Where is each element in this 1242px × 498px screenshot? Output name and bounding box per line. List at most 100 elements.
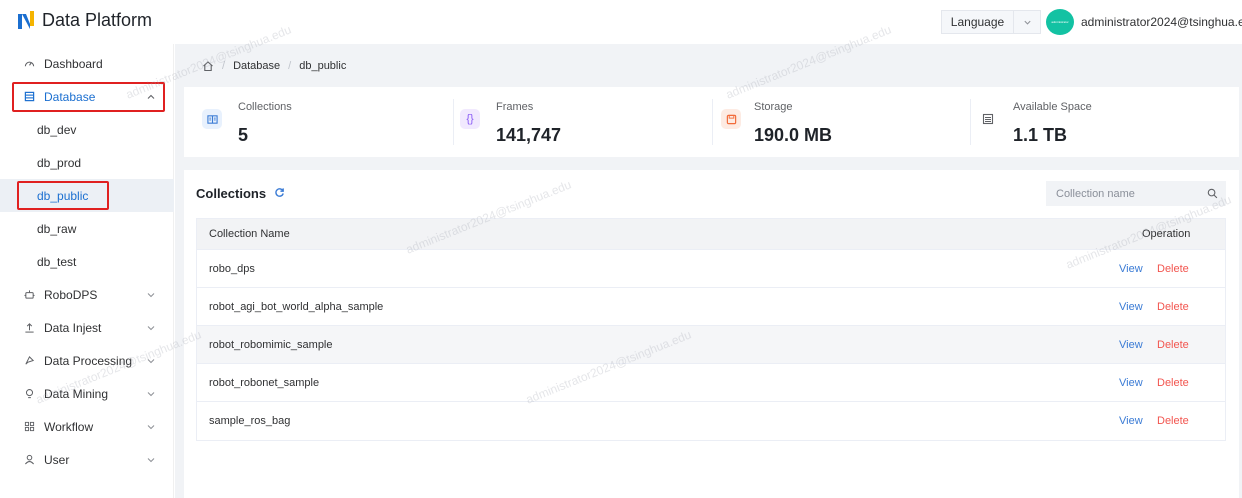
delete-button[interactable]: Delete: [1157, 263, 1189, 275]
sidebar-item-label: Data Processing: [44, 353, 133, 368]
sidebar-item-label: User: [44, 452, 70, 467]
chevron-down-icon: [147, 391, 155, 396]
sidebar-item-label: RoboDPS: [44, 287, 98, 302]
drive-icon: [978, 109, 998, 129]
sidebar-item-label: db_prod: [37, 155, 82, 170]
breadcrumb: / Database / db_public: [202, 60, 346, 72]
chevron-down-icon: [147, 325, 155, 330]
chevron-down-icon: [1014, 11, 1040, 33]
column-header-operation: Operation: [1142, 228, 1191, 240]
database-icon: [23, 91, 35, 103]
robot-icon: [23, 289, 35, 301]
stat-caption: Available Space: [1013, 101, 1092, 113]
stat-divider: [453, 99, 454, 145]
table-row: sample_ros_bag View Delete: [197, 402, 1225, 440]
collection-search[interactable]: [1046, 181, 1226, 206]
stat-caption: Frames: [496, 101, 534, 113]
chevron-down-icon: [147, 358, 155, 363]
delete-button[interactable]: Delete: [1157, 377, 1189, 389]
breadcrumb-separator: /: [288, 60, 292, 72]
stat-value: 5: [238, 125, 249, 145]
sidebar-item-label: Workflow: [44, 419, 94, 434]
sidebar-item-label: db_public: [37, 188, 89, 203]
sidebar-item-database[interactable]: Database: [0, 80, 174, 113]
bulb-icon: [23, 388, 35, 400]
save-icon: [721, 109, 741, 129]
home-icon[interactable]: [202, 60, 214, 72]
upload-icon: [23, 322, 35, 334]
sidebar-item-label: Data Mining: [44, 386, 109, 401]
stat-divider: [970, 99, 971, 145]
sidebar-item-workflow[interactable]: Workflow: [0, 410, 174, 443]
brand[interactable]: Data Platform: [18, 10, 152, 31]
stat-caption: Storage: [754, 101, 793, 113]
sidebar-item-label: Dashboard: [44, 56, 103, 71]
search-icon[interactable]: [1207, 188, 1218, 199]
stat-divider: [712, 99, 713, 145]
sidebar-item-db-prod[interactable]: db_prod: [0, 146, 174, 179]
user-icon: [23, 454, 35, 466]
sidebar-item-data-mining[interactable]: Data Mining: [0, 377, 174, 410]
column-header-collection-name: Collection Name: [209, 228, 290, 240]
stats-card: Collections 5 {} Frames 141,747 Storage …: [184, 87, 1239, 157]
sidebar-item-label: db_dev: [37, 122, 77, 137]
breadcrumb-db-public: db_public: [299, 60, 347, 72]
sidebar-item-db-public[interactable]: db_public: [0, 179, 174, 212]
refresh-icon[interactable]: [274, 187, 285, 198]
app-title: Data Platform: [42, 10, 153, 30]
stat-value: 190.0 MB: [754, 125, 833, 145]
view-button[interactable]: View: [1119, 339, 1143, 351]
sidebar-item-db-raw[interactable]: db_raw: [0, 212, 174, 245]
collection-name: robo_dps: [209, 262, 255, 275]
sidebar-item-label: Database: [44, 89, 96, 104]
braces-icon: {}: [460, 109, 480, 129]
collection-name: robot_robonet_sample: [209, 376, 320, 389]
sidebar-item-label: db_raw: [37, 221, 77, 236]
sidebar-item-db-dev[interactable]: db_dev: [0, 113, 174, 146]
chevron-down-icon: [147, 424, 155, 429]
collection-name: robot_agi_bot_world_alpha_sample: [209, 300, 384, 313]
delete-button[interactable]: Delete: [1157, 301, 1189, 313]
table-row: robot_robomimic_sample View Delete: [197, 326, 1225, 364]
delete-button[interactable]: Delete: [1157, 415, 1189, 427]
processing-icon: [23, 355, 35, 367]
book-icon: [202, 109, 222, 129]
view-button[interactable]: View: [1119, 301, 1143, 313]
breadcrumb-database[interactable]: Database: [233, 60, 280, 72]
stat-value: 141,747: [496, 125, 562, 145]
brand-logo-icon: [18, 10, 34, 29]
sidebar-item-dashboard[interactable]: Dashboard: [0, 47, 174, 80]
grid-icon: [23, 421, 35, 433]
view-button[interactable]: View: [1119, 263, 1143, 275]
avatar-text: administrator: [1051, 20, 1069, 24]
collection-name: sample_ros_bag: [209, 415, 291, 427]
table-row: robo_dps View Delete: [197, 250, 1225, 288]
table-row: robot_agi_bot_world_alpha_sample View De…: [197, 288, 1225, 326]
sidebar-item-db-test[interactable]: db_test: [0, 245, 174, 278]
table-row: robot_robonet_sample View Delete: [197, 364, 1225, 402]
collection-name-input[interactable]: [1046, 187, 1196, 200]
view-button[interactable]: View: [1119, 377, 1143, 389]
sidebar-item-label: Data Injest: [44, 320, 102, 335]
user-email[interactable]: administrator2024@tsinghua.edu: [1081, 15, 1242, 29]
collections-title: Collections: [196, 186, 267, 201]
stat-value: 1.1 TB: [1013, 125, 1068, 145]
collections-table: Collection Name Operation robo_dps View …: [196, 218, 1226, 441]
collection-name: robot_robomimic_sample: [209, 338, 333, 351]
sidebar-item-data-injest[interactable]: Data Injest: [0, 311, 174, 344]
view-button[interactable]: View: [1119, 415, 1143, 427]
sidebar-item-data-processing[interactable]: Data Processing: [0, 344, 174, 377]
sidebar-item-user[interactable]: User: [0, 443, 174, 476]
chevron-down-icon: [147, 457, 155, 462]
language-select[interactable]: Language: [941, 10, 1041, 34]
chevron-up-icon: [147, 94, 155, 99]
sidebar-item-robodps[interactable]: RoboDPS: [0, 278, 174, 311]
avatar[interactable]: administrator: [1046, 9, 1074, 35]
table-header: Collection Name Operation: [197, 219, 1225, 250]
delete-button[interactable]: Delete: [1157, 339, 1189, 351]
sidebar-item-label: db_test: [37, 254, 77, 269]
dashboard-icon: [23, 58, 35, 70]
breadcrumb-separator: /: [222, 60, 226, 72]
stat-caption: Collections: [238, 101, 292, 113]
language-label: Language: [942, 11, 1014, 33]
